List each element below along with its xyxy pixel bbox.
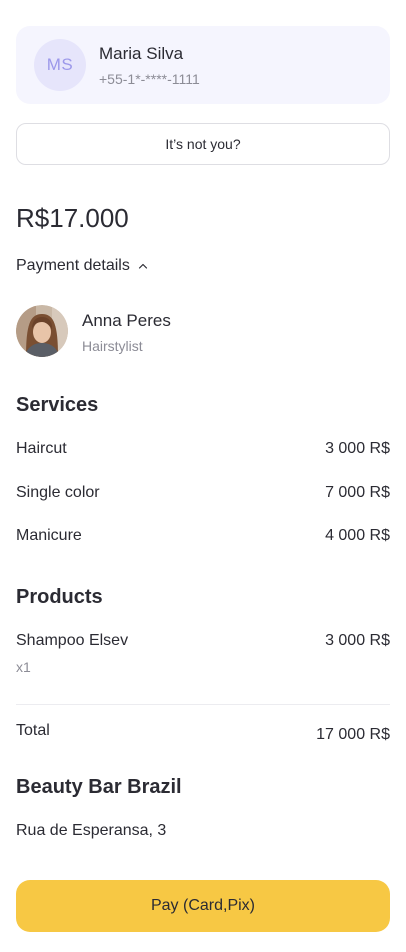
service-name: Manicure bbox=[16, 527, 82, 544]
user-card: MS Maria Silva +55-1*-****-1111 bbox=[16, 26, 390, 104]
stylist-avatar bbox=[16, 305, 68, 357]
divider bbox=[16, 704, 390, 705]
pay-button[interactable]: Pay (Card,Pix) bbox=[16, 880, 390, 932]
service-row: Haircut 3 000 R$ bbox=[16, 440, 390, 462]
total-value: 17 000 R$ bbox=[316, 726, 390, 743]
not-you-button[interactable]: It’s not you? bbox=[16, 123, 390, 165]
service-price: 4 000 R$ bbox=[325, 527, 390, 544]
product-quantity: x1 bbox=[16, 659, 31, 675]
payment-page: MS Maria Silva +55-1*-****-1111 It’s not… bbox=[0, 0, 406, 952]
products-title: Products bbox=[16, 586, 103, 608]
product-row: Shampoo Elsev 3 000 R$ bbox=[16, 632, 390, 654]
stylist-name: Anna Peres bbox=[82, 311, 171, 330]
service-name: Haircut bbox=[16, 440, 67, 457]
total-label: Total bbox=[16, 722, 50, 739]
user-avatar: MS bbox=[34, 39, 86, 91]
service-name: Single color bbox=[16, 484, 100, 501]
payment-details-toggle[interactable]: Payment details bbox=[16, 257, 148, 275]
product-price: 3 000 R$ bbox=[325, 632, 390, 649]
user-name: Maria Silva bbox=[99, 44, 184, 63]
service-price: 3 000 R$ bbox=[325, 440, 390, 457]
payment-amount: R$17.000 bbox=[16, 203, 129, 233]
services-title: Services bbox=[16, 394, 99, 416]
salon-address: Rua de Esperansa, 3 bbox=[16, 822, 167, 839]
user-phone: +55-1*-****-1111 bbox=[99, 71, 200, 87]
service-price: 7 000 R$ bbox=[325, 484, 390, 501]
total-row: Total 17 000 R$ bbox=[16, 722, 390, 744]
product-name: Shampoo Elsev bbox=[16, 632, 129, 649]
service-row: Single color 7 000 R$ bbox=[16, 484, 390, 506]
payment-details-label: Payment details bbox=[16, 257, 130, 274]
service-row: Manicure 4 000 R$ bbox=[16, 527, 390, 549]
stylist-role: Hairstylist bbox=[82, 338, 143, 354]
salon-name: Beauty Bar Brazil bbox=[16, 776, 182, 798]
chevron-up-icon bbox=[138, 263, 147, 269]
